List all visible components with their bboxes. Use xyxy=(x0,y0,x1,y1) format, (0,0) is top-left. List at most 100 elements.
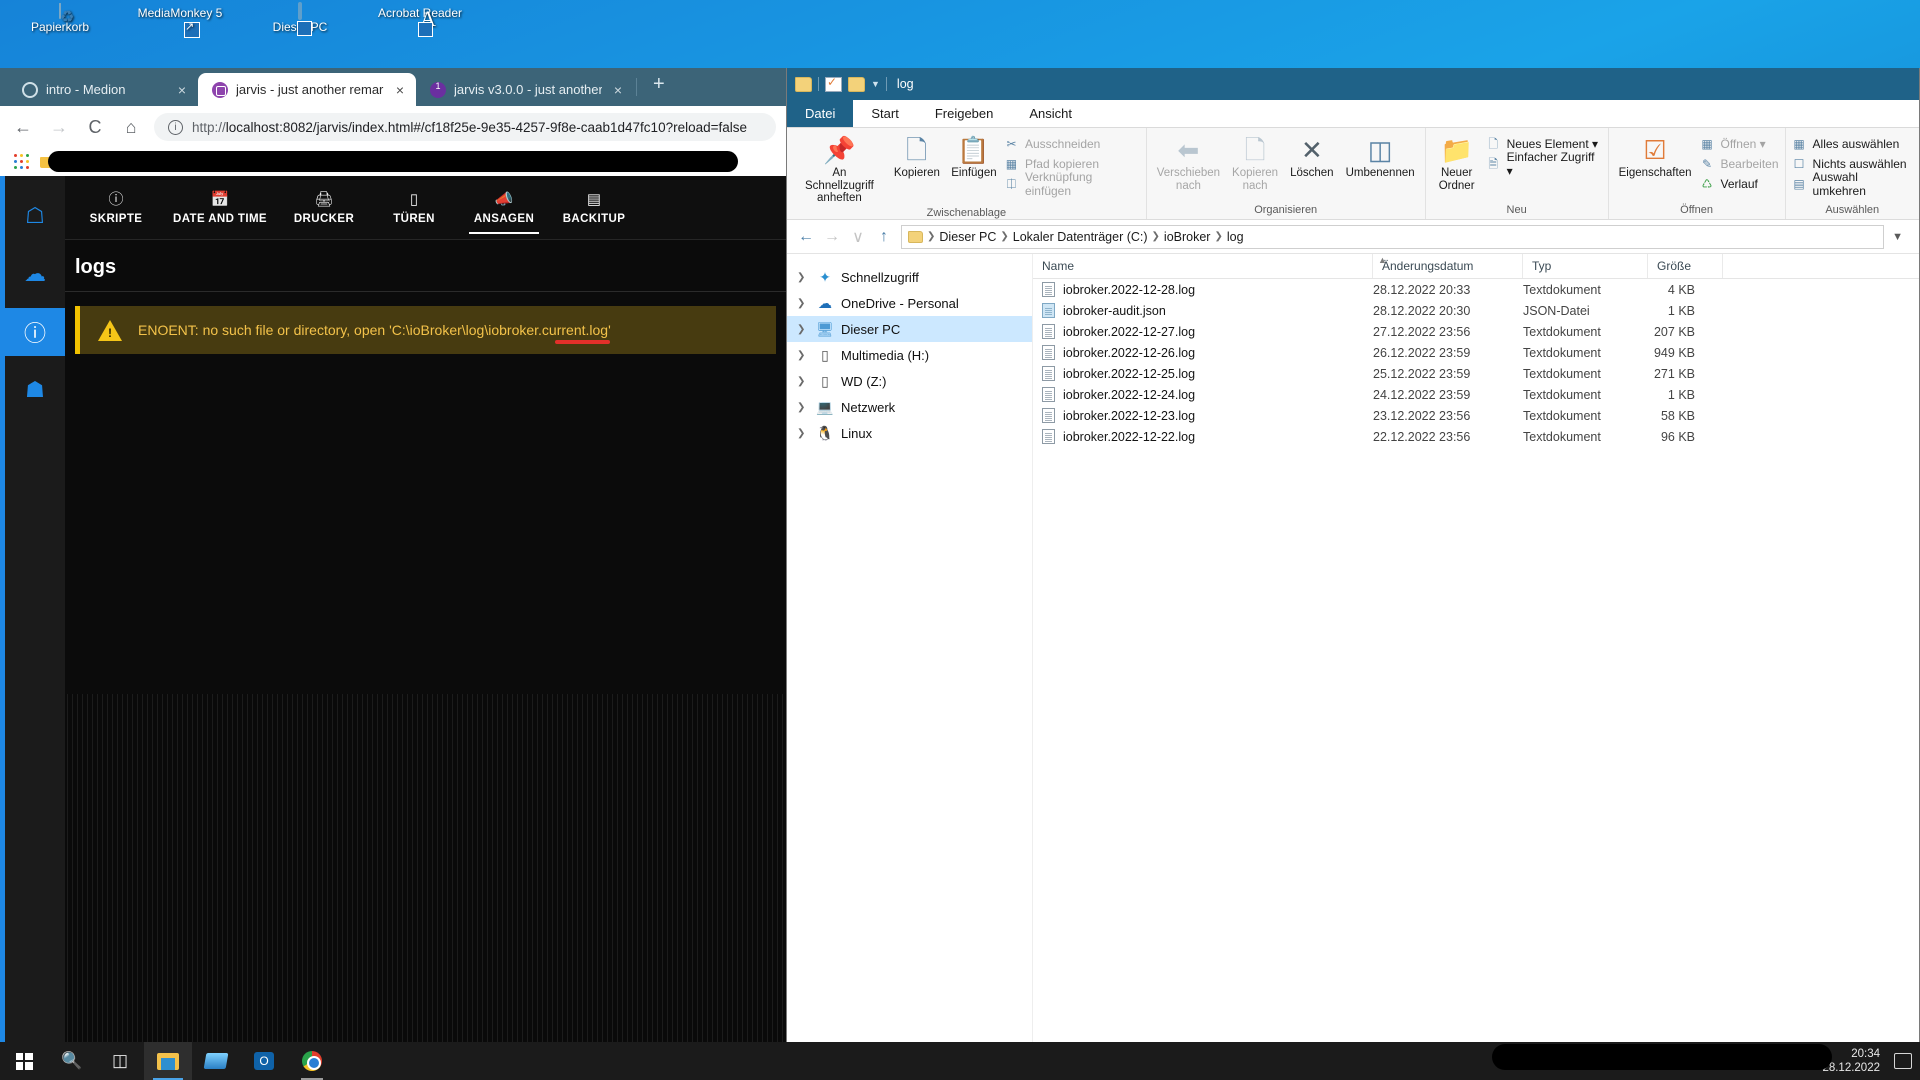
task-view-button[interactable]: ◫ xyxy=(96,1042,144,1080)
chevron-down-icon[interactable]: ▼ xyxy=(1892,231,1909,243)
chevron-right-icon[interactable]: ❯ xyxy=(797,272,809,283)
tab-tueren[interactable]: ▯ TÜREN xyxy=(369,186,459,229)
close-icon[interactable]: × xyxy=(610,82,626,98)
copy-button[interactable]: 🗋 Kopieren xyxy=(890,133,943,180)
table-row[interactable]: iobroker.2022-12-25.log 25.12.2022 23:59… xyxy=(1033,363,1919,384)
table-row[interactable]: iobroker-audit.json 28.12.2022 20:30 JSO… xyxy=(1033,300,1919,321)
table-row[interactable]: iobroker.2022-12-27.log 27.12.2022 23:56… xyxy=(1033,321,1919,342)
chevron-right-icon[interactable]: ❯ xyxy=(797,376,809,387)
table-row[interactable]: iobroker.2022-12-22.log 22.12.2022 23:56… xyxy=(1033,426,1919,447)
forward-icon[interactable]: → xyxy=(823,228,841,246)
chevron-down-icon[interactable]: ▼ xyxy=(871,79,880,89)
tab-date-and-time[interactable]: 📅 DATE AND TIME xyxy=(161,186,279,229)
sidebar-item-cloud[interactable]: ☁ xyxy=(5,250,65,298)
tab-freigeben[interactable]: Freigeben xyxy=(917,100,1012,127)
open-button[interactable]: ▦ Öffnen ▾ xyxy=(1699,135,1778,152)
properties-icon[interactable] xyxy=(825,75,842,92)
taskbar-app-chrome[interactable] xyxy=(288,1042,336,1080)
sidebar-item-home[interactable]: ☖ xyxy=(5,192,65,240)
close-icon[interactable]: × xyxy=(392,82,408,98)
tab-ansagen[interactable]: 📣 ANSAGEN xyxy=(459,186,549,234)
tab-datei[interactable]: Datei xyxy=(787,100,854,127)
taskbar-app-remote-desktop[interactable] xyxy=(192,1042,240,1080)
tree-item-dieser-pc[interactable]: ❯ 🖥 Dieser PC xyxy=(787,316,1032,342)
new-folder-button[interactable]: 📁 Neuer Ordner xyxy=(1432,133,1482,192)
easy-access-button[interactable]: 🗎 Einfacher Zugriff ▾ xyxy=(1486,150,1602,178)
cut-button[interactable]: ✂ Ausschneiden xyxy=(1004,135,1140,152)
file-type: Textdokument xyxy=(1523,324,1601,339)
desktop-icon-dieser-pc[interactable]: Dieser PC xyxy=(240,0,360,70)
sidebar-item-house[interactable]: ☗ xyxy=(5,366,65,414)
browser-tab-jarvis-v3[interactable]: jarvis v3.0.0 - just another remark × xyxy=(416,73,634,106)
recent-locations-icon[interactable]: ∨ xyxy=(849,227,867,247)
site-info-icon[interactable]: i xyxy=(168,119,183,135)
up-icon[interactable]: ↑ xyxy=(875,228,893,246)
chevron-right-icon[interactable]: ❯ xyxy=(797,298,809,309)
breadcrumb-item-lokaler-datentraeger[interactable]: Lokaler Datenträger (C:) xyxy=(1013,230,1148,244)
table-row[interactable]: iobroker.2022-12-28.log 28.12.2022 20:33… xyxy=(1033,279,1919,300)
column-header-date[interactable]: Änderungsdatum xyxy=(1373,254,1523,278)
history-button[interactable]: ♺ Verlauf xyxy=(1699,175,1778,192)
forward-icon[interactable]: → xyxy=(46,114,72,140)
tree-item-onedrive[interactable]: ❯ ☁ OneDrive - Personal xyxy=(787,290,1032,316)
invert-selection-button[interactable]: ▤ Auswahl umkehren xyxy=(1792,170,1913,198)
breadcrumb-item-iobroker[interactable]: ioBroker xyxy=(1164,230,1211,244)
clock[interactable]: 20:34 28.12.2022 xyxy=(1822,1047,1884,1076)
address-bar[interactable]: i http://localhost:8082/jarvis/index.htm… xyxy=(154,113,776,141)
home-icon[interactable]: ⌂ xyxy=(118,114,144,140)
sidebar-item-info[interactable]: ⓘ xyxy=(5,308,65,356)
taskbar-app-file-explorer[interactable] xyxy=(144,1042,192,1080)
tree-item-multimedia[interactable]: ❯ ▯ Multimedia (H:) xyxy=(787,342,1032,368)
action-center-icon[interactable] xyxy=(1894,1053,1912,1069)
properties-button[interactable]: ☑ Eigenschaften xyxy=(1615,133,1696,180)
close-icon[interactable]: × xyxy=(174,82,190,98)
reload-icon[interactable]: C xyxy=(82,114,108,140)
tab-ansicht[interactable]: Ansicht xyxy=(1011,100,1090,127)
delete-button[interactable]: ✕ Löschen xyxy=(1286,133,1337,180)
paste-shortcut-button[interactable]: ⎅ Verknüpfung einfügen xyxy=(1004,170,1140,198)
breadcrumb-item-dieser-pc[interactable]: Dieser PC xyxy=(939,230,996,244)
column-header-name[interactable]: Name xyxy=(1033,254,1373,278)
chevron-right-icon[interactable]: ❯ xyxy=(797,402,809,413)
back-icon[interactable]: ← xyxy=(10,114,36,140)
rename-button[interactable]: ◫ Umbenennen xyxy=(1342,133,1419,180)
move-to-button[interactable]: ⬅ Verschieben nach xyxy=(1153,133,1224,192)
tree-item-label: Dieser PC xyxy=(841,321,901,337)
tree-item-wd[interactable]: ❯ ▯ WD (Z:) xyxy=(787,368,1032,394)
tree-item-schnellzugriff[interactable]: ❯ ✦ Schnellzugriff xyxy=(787,264,1032,290)
select-all-button[interactable]: ▦ Alles auswählen xyxy=(1792,135,1913,152)
taskbar-app-outlook[interactable]: O xyxy=(240,1042,288,1080)
chevron-right-icon[interactable]: ❯ xyxy=(797,350,809,361)
pin-to-quick-access-button[interactable]: 📌 An Schnellzugriff anheften xyxy=(793,133,886,205)
edit-button[interactable]: ✎ Bearbeiten xyxy=(1699,155,1779,172)
column-header-size[interactable]: Größe xyxy=(1648,254,1723,278)
desktop-icon-papierkorb[interactable]: Papierkorb xyxy=(0,0,120,70)
copy-to-button[interactable]: 🗋 Kopieren nach xyxy=(1228,133,1282,192)
breadcrumb[interactable]: ❯ Dieser PC ❯ Lokaler Datenträger (C:) ❯… xyxy=(901,224,1885,249)
desktop-icon-acrobat-reader[interactable]: Acrobat Reader xyxy=(360,0,480,70)
tab-skripte[interactable]: ⓘ SKRIPTE xyxy=(71,186,161,229)
tab-start[interactable]: Start xyxy=(853,100,916,127)
start-button[interactable] xyxy=(0,1042,48,1080)
browser-tab-jarvis[interactable]: jarvis - just another remarkable v × xyxy=(198,73,416,106)
new-folder-icon[interactable] xyxy=(848,76,865,92)
tree-item-linux[interactable]: ❯ 🐧 Linux xyxy=(787,420,1032,446)
tree-item-netzwerk[interactable]: ❯ 💻 Netzwerk xyxy=(787,394,1032,420)
tab-backitup[interactable]: ▤ BACKITUP xyxy=(549,186,639,229)
breadcrumb-item-log[interactable]: log xyxy=(1227,230,1244,244)
desktop-icon-mediamonkey[interactable]: MediaMonkey 5 xyxy=(120,0,240,70)
search-button[interactable]: 🔍 xyxy=(48,1042,96,1080)
column-header-type[interactable]: Typ xyxy=(1523,254,1648,278)
new-tab-button[interactable]: + xyxy=(639,73,677,102)
chevron-right-icon[interactable]: ❯ xyxy=(797,324,809,335)
folder-icon[interactable] xyxy=(795,76,812,92)
chevron-right-icon[interactable]: ❯ xyxy=(797,428,809,439)
table-row[interactable]: iobroker.2022-12-24.log 24.12.2022 23:59… xyxy=(1033,384,1919,405)
back-icon[interactable]: ← xyxy=(797,228,815,246)
tab-drucker[interactable]: 🖨 DRUCKER xyxy=(279,186,369,229)
table-row[interactable]: iobroker.2022-12-23.log 23.12.2022 23:56… xyxy=(1033,405,1919,426)
apps-grid-icon[interactable] xyxy=(14,154,30,170)
paste-button[interactable]: 📋 Einfügen xyxy=(947,133,1000,180)
browser-tab-intro[interactable]: intro - Medion × xyxy=(8,73,198,106)
table-row[interactable]: iobroker.2022-12-26.log 26.12.2022 23:59… xyxy=(1033,342,1919,363)
